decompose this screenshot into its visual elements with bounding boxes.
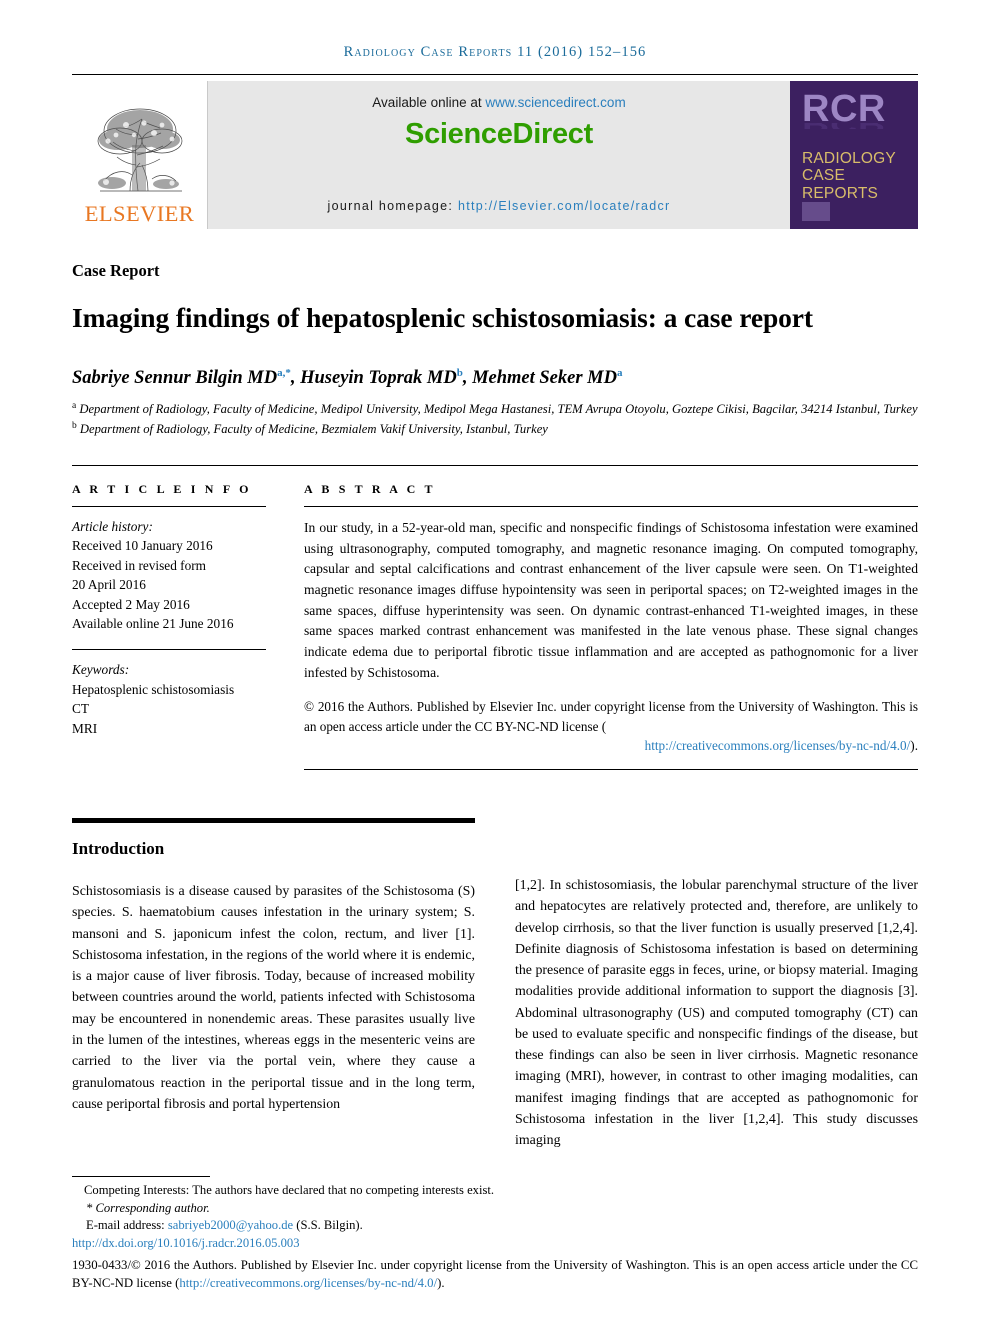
rcr-cover-logo: RCR RCR RADIOLOGY CASE REPORTS: [790, 81, 918, 229]
keyword-item: CT: [72, 701, 89, 717]
email-note: E-mail address: sabriyeb2000@yahoo.de (S…: [72, 1217, 918, 1235]
journal-homepage-link[interactable]: http://Elsevier.com/locate/radcr: [458, 199, 671, 213]
history-item: Available online 21 June 2016: [72, 615, 234, 631]
doi-link[interactable]: http://dx.doi.org/10.1016/j.radcr.2016.0…: [72, 1235, 918, 1253]
abstract-copyright-close: ).: [910, 738, 918, 754]
section-head-bar: [72, 818, 475, 824]
body-columns: Introduction Schistosomiasis is a diseas…: [72, 818, 918, 1165]
page-title: Imaging findings of hepatosplenic schist…: [72, 302, 813, 333]
issn-copyright-note: 1930-0433/© 2016 the Authors. Published …: [72, 1256, 918, 1292]
keywords-rule: [72, 649, 266, 651]
sciencedirect-banner: Available online at www.sciencedirect.co…: [208, 81, 790, 229]
rcr-line-radiology: RADIOLOGY: [802, 150, 896, 167]
body-column-right: [1,2]. In schistosomiasis, the lobular p…: [515, 818, 918, 1165]
email-label: E-mail address:: [86, 1218, 168, 1233]
competing-interests-note: Competing Interests: The authors have de…: [84, 1183, 495, 1198]
abstract-bottom-rule: [304, 769, 918, 771]
keyword-item: Hepatosplenic schistosomiasis: [72, 681, 235, 697]
keyword-item: MRI: [72, 720, 98, 736]
affiliation-a: a Department of Radiology, Faculty of Me…: [72, 400, 918, 419]
introduction-paragraph-right: [1,2]. In schistosomiasis, the lobular p…: [515, 878, 918, 1149]
abstract-column: A B S T R A C T In our study, in a 52-ye…: [304, 481, 918, 771]
journal-homepage-label: journal homepage:: [327, 199, 458, 213]
elsevier-wordmark: ELSEVIER: [84, 200, 195, 226]
elsevier-logo: ELSEVIER: [72, 81, 208, 229]
author-name-3: Mehmet Seker MD: [472, 367, 617, 388]
rcr-line-reports: REPORTS: [802, 184, 879, 202]
available-online-text: Available online at: [372, 95, 486, 110]
history-item: Received in revised form: [72, 557, 207, 573]
right-column-spacer: [515, 818, 918, 861]
affiliation-text-a: Department of Radiology, Faculty of Medi…: [79, 401, 918, 416]
journal-masthead: ELSEVIER Available online at www.science…: [72, 81, 918, 229]
author-marks-1[interactable]: a,*: [277, 367, 291, 379]
author-list: Sabriye Sennur Bilgin MDa,*, Huseyin Top…: [72, 366, 623, 388]
article-page: Radiology Case Reports 11 (2016) 152–156: [0, 0, 990, 1320]
affiliation-text-b: Department of Radiology, Faculty of Medi…: [79, 422, 548, 437]
rcr-acronym-reflection: RCR: [802, 123, 908, 129]
keywords-block: Keywords: Hepatosplenic schistosomiasis …: [72, 660, 266, 738]
email-link[interactable]: sabriyeb2000@yahoo.de: [168, 1218, 293, 1232]
page-footnotes: Competing Interests: The authors have de…: [72, 1176, 918, 1292]
elsevier-tree-icon: [86, 105, 194, 201]
history-item: Accepted 2 May 2016: [72, 596, 190, 612]
article-info-rule: [72, 505, 266, 507]
history-item: 20 April 2016: [72, 577, 146, 593]
abstract-label: A B S T R A C T: [304, 481, 436, 496]
header-rule: [72, 74, 918, 75]
affiliation-mark-a: a: [72, 400, 77, 411]
history-item: Received 10 January 2016: [72, 538, 213, 554]
footnote-rule: [72, 1176, 210, 1178]
rcr-line-case: CASE: [802, 167, 846, 185]
abstract-copyright: © 2016 the Authors. Published by Elsevie…: [304, 697, 918, 756]
info-abstract-block: A R T I C L E I N F O Article history: R…: [72, 481, 918, 771]
creative-commons-link[interactable]: http://creativecommons.org/licenses/by-n…: [645, 738, 911, 753]
introduction-paragraph-left: Schistosomiasis is a disease caused by p…: [72, 884, 475, 1112]
affiliation-b: b Department of Radiology, Faculty of Me…: [72, 420, 918, 439]
elsevier-small-mark-icon: [802, 202, 830, 221]
introduction-heading: Introduction: [72, 839, 165, 859]
running-head: Radiology Case Reports 11 (2016) 152–156: [343, 44, 647, 60]
article-history-label: Article history:: [72, 518, 153, 534]
article-info-column: A R T I C L E I N F O Article history: R…: [72, 482, 304, 770]
issn-copyright-close: ).: [437, 1275, 445, 1290]
affiliation-mark-b: b: [72, 420, 77, 431]
author-name-2: Huseyin Toprak MD: [300, 367, 457, 388]
article-history: Article history: Received 10 January 201…: [72, 517, 266, 633]
article-info-label: A R T I C L E I N F O: [72, 481, 252, 496]
journal-homepage-line: journal homepage: http://Elsevier.com/lo…: [208, 199, 790, 213]
author-marks-2[interactable]: b: [457, 367, 463, 379]
keywords-label: Keywords:: [72, 662, 130, 678]
footer-creative-commons-link[interactable]: http://creativecommons.org/licenses/by-n…: [179, 1276, 437, 1290]
abstract-rule: [304, 505, 918, 507]
available-online-line: Available online at www.sciencedirect.co…: [372, 95, 625, 110]
sciencedirect-logo[interactable]: ScienceDirect: [405, 118, 593, 151]
body-column-left: Introduction Schistosomiasis is a diseas…: [72, 818, 475, 1165]
email-suffix: (S.S. Bilgin).: [293, 1218, 363, 1233]
article-type-kicker: Case Report: [72, 261, 160, 280]
corresponding-author-note: * Corresponding author.: [86, 1200, 210, 1215]
rcr-acronym: RCR: [802, 88, 886, 130]
abstract-copyright-text: © 2016 the Authors. Published by Elsevie…: [304, 698, 918, 734]
author-name-1: Sabriye Sennur Bilgin MD: [72, 367, 278, 388]
author-marks-3[interactable]: a: [617, 367, 623, 379]
abstract-body: In our study, in a 52-year-old man, spec…: [304, 519, 918, 680]
sciencedirect-url-link[interactable]: www.sciencedirect.com: [485, 95, 625, 110]
info-section-top-rule: [72, 464, 918, 466]
